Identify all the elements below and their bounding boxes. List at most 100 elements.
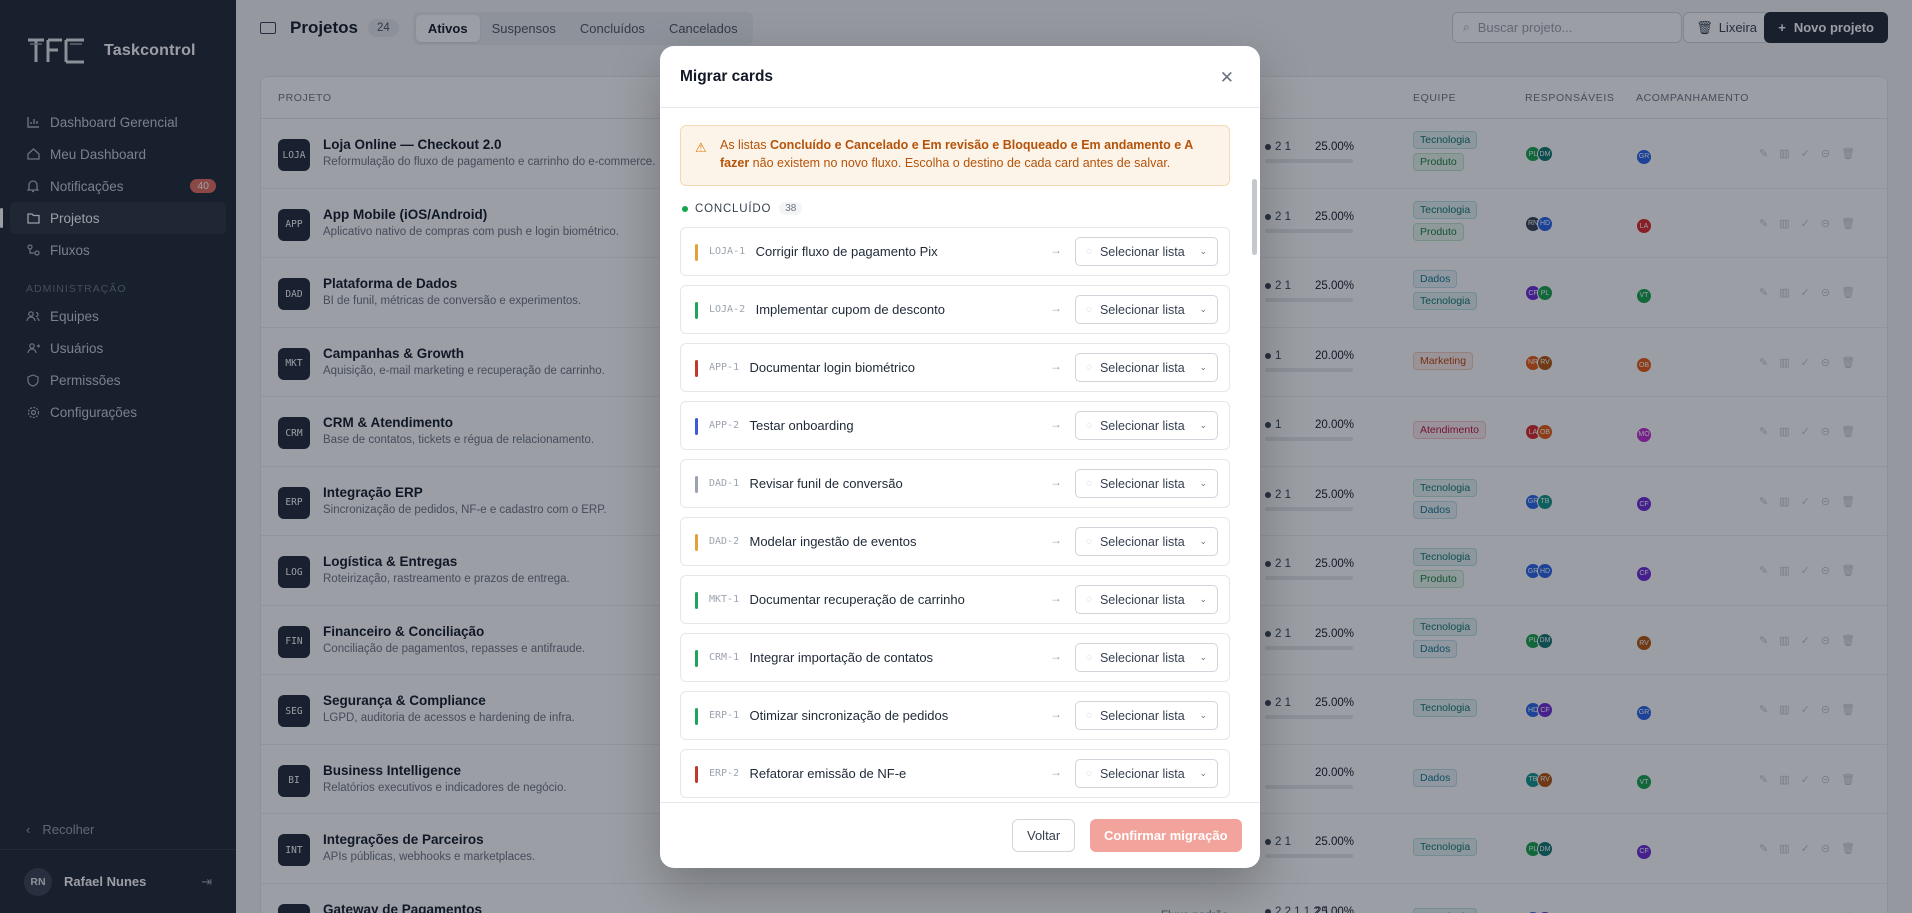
- target-list-select[interactable]: ◌ Selecionar lista ⌄: [1075, 643, 1218, 672]
- select-label: Selecionar lista: [1099, 360, 1185, 375]
- target-list-select[interactable]: ◌ Selecionar lista ⌄: [1075, 759, 1218, 788]
- card-title: Documentar login biométrico: [749, 360, 915, 375]
- target-list-select[interactable]: ◌ Selecionar lista ⌄: [1075, 585, 1218, 614]
- card-key: APP-1: [709, 362, 740, 373]
- card-title: Revisar funil de conversão: [749, 476, 903, 491]
- card-color-bar: [695, 766, 698, 783]
- card-title: Testar onboarding: [749, 418, 854, 433]
- alert-prefix: As listas: [720, 138, 771, 152]
- migration-card: CRM-1 Integrar importação de contatos → ◌ Se…: [680, 633, 1230, 682]
- group-label: CONCLUÍDO: [695, 202, 772, 215]
- group-status-dot: [682, 205, 688, 212]
- migration-card: APP-2 Testar onboarding → ◌ Selecionar lista…: [680, 401, 1230, 450]
- migration-card: DAD-1 Revisar funil de conversão → ◌ Selecio…: [680, 459, 1230, 508]
- loading-icon: ◌: [1086, 536, 1092, 547]
- card-title: Modelar ingestão de eventos: [749, 534, 917, 549]
- card-key: DAD-2: [709, 536, 740, 547]
- chevron-down-icon: ⌄: [1199, 478, 1207, 488]
- loading-icon: ◌: [1086, 246, 1092, 257]
- loading-icon: ◌: [1086, 710, 1092, 721]
- target-list-select[interactable]: ◌ Selecionar lista ⌄: [1075, 701, 1218, 730]
- migration-card: DAD-2 Modelar ingestão de eventos → ◌ Seleci…: [680, 517, 1230, 566]
- card-title: Corrigir fluxo de pagamento Pix: [755, 244, 938, 259]
- target-list-select[interactable]: ◌ Selecionar lista ⌄: [1075, 353, 1218, 382]
- group-header: CONCLUÍDO 38: [682, 202, 803, 215]
- loading-icon: ◌: [1086, 652, 1092, 663]
- select-label: Selecionar lista: [1099, 708, 1185, 723]
- chevron-down-icon: ⌄: [1199, 536, 1207, 546]
- card-key: CRM-1: [709, 652, 740, 663]
- target-list-select[interactable]: ◌ Selecionar lista ⌄: [1075, 469, 1218, 498]
- migration-card: MKT-1 Documentar recuperação de carrinho →…: [680, 575, 1230, 624]
- migration-card: ERP-2 Refatorar emissão de NF-e → ◌ Selecion…: [680, 749, 1230, 798]
- target-list-select[interactable]: ◌ Selecionar lista ⌄: [1075, 527, 1218, 556]
- close-icon[interactable]: ✕: [1220, 68, 1234, 88]
- card-color-bar: [695, 592, 698, 609]
- card-color-bar: [695, 708, 698, 725]
- card-color-bar: [695, 244, 698, 261]
- card-title: Documentar recuperação de carrinho: [749, 592, 965, 607]
- warning-alert: ⚠ As listas Concluído e Cancelado e Em r…: [680, 125, 1230, 186]
- card-title: Otimizar sincronização de pedidos: [749, 708, 949, 723]
- chevron-down-icon: ⌄: [1199, 710, 1207, 720]
- loading-icon: ◌: [1086, 420, 1092, 431]
- loading-icon: ◌: [1086, 594, 1092, 605]
- card-color-bar: [695, 476, 698, 493]
- loading-icon: ◌: [1086, 304, 1092, 315]
- migration-card: ERP-1 Otimizar sincronização de pedidos → ◌…: [680, 691, 1230, 740]
- select-label: Selecionar lista: [1099, 766, 1185, 781]
- loading-icon: ◌: [1086, 768, 1092, 779]
- dialog-body: ⚠ As listas Concluído e Cancelado e Em r…: [660, 109, 1260, 802]
- card-key: ERP-1: [709, 710, 740, 721]
- arrow-right-icon: →: [1050, 301, 1062, 315]
- arrow-right-icon: →: [1050, 359, 1062, 373]
- arrow-right-icon: →: [1050, 591, 1062, 605]
- chevron-down-icon: ⌄: [1199, 246, 1207, 256]
- chevron-down-icon: ⌄: [1199, 652, 1207, 662]
- target-list-select[interactable]: ◌ Selecionar lista ⌄: [1075, 411, 1218, 440]
- select-label: Selecionar lista: [1099, 476, 1185, 491]
- card-color-bar: [695, 650, 698, 667]
- card-title: Integrar importação de contatos: [749, 650, 934, 665]
- alert-suffix: não existem no novo fluxo. Escolha o des…: [749, 156, 1171, 170]
- select-label: Selecionar lista: [1099, 244, 1185, 259]
- chevron-down-icon: ⌄: [1199, 304, 1207, 314]
- select-label: Selecionar lista: [1099, 534, 1185, 549]
- target-list-select[interactable]: ◌ Selecionar lista ⌄: [1075, 237, 1218, 266]
- confirm-migration-button[interactable]: Confirmar migração: [1090, 819, 1242, 852]
- arrow-right-icon: →: [1050, 243, 1062, 257]
- select-label: Selecionar lista: [1099, 592, 1185, 607]
- select-label: Selecionar lista: [1099, 650, 1185, 665]
- scrollbar[interactable]: [1252, 179, 1257, 255]
- back-button[interactable]: Voltar: [1012, 819, 1076, 852]
- card-title: Implementar cupom de desconto: [755, 302, 945, 317]
- arrow-right-icon: →: [1050, 475, 1062, 489]
- card-key: LOJA-2: [709, 304, 746, 315]
- group-count: 38: [779, 202, 803, 215]
- select-label: Selecionar lista: [1099, 418, 1185, 433]
- card-color-bar: [695, 418, 698, 435]
- chevron-down-icon: ⌄: [1199, 768, 1207, 778]
- select-label: Selecionar lista: [1099, 302, 1185, 317]
- warning-icon: ⚠: [695, 140, 707, 155]
- migration-card: APP-1 Documentar login biométrico → ◌ Seleci…: [680, 343, 1230, 392]
- card-key: APP-2: [709, 420, 740, 431]
- migration-card: LOJA-1 Corrigir fluxo de pagamento Pix → ◌ S…: [680, 227, 1230, 276]
- target-list-select[interactable]: ◌ Selecionar lista ⌄: [1075, 295, 1218, 324]
- card-key: ERP-2: [709, 768, 740, 779]
- loading-icon: ◌: [1086, 362, 1092, 373]
- arrow-right-icon: →: [1050, 649, 1062, 663]
- arrow-right-icon: →: [1050, 417, 1062, 431]
- dialog-title: Migrar cards: [660, 46, 1260, 108]
- arrow-right-icon: →: [1050, 707, 1062, 721]
- arrow-right-icon: →: [1050, 533, 1062, 547]
- chevron-down-icon: ⌄: [1199, 362, 1207, 372]
- migrate-cards-dialog: Migrar cards ✕ ⚠ As listas Concluído e C…: [660, 46, 1260, 868]
- dialog-footer: Voltar Confirmar migração: [660, 802, 1260, 868]
- card-key: MKT-1: [709, 594, 740, 605]
- arrow-right-icon: →: [1050, 765, 1062, 779]
- card-key: LOJA-1: [709, 246, 746, 257]
- migration-card: LOJA-2 Implementar cupom de desconto → ◌ Sel…: [680, 285, 1230, 334]
- card-color-bar: [695, 534, 698, 551]
- card-color-bar: [695, 360, 698, 377]
